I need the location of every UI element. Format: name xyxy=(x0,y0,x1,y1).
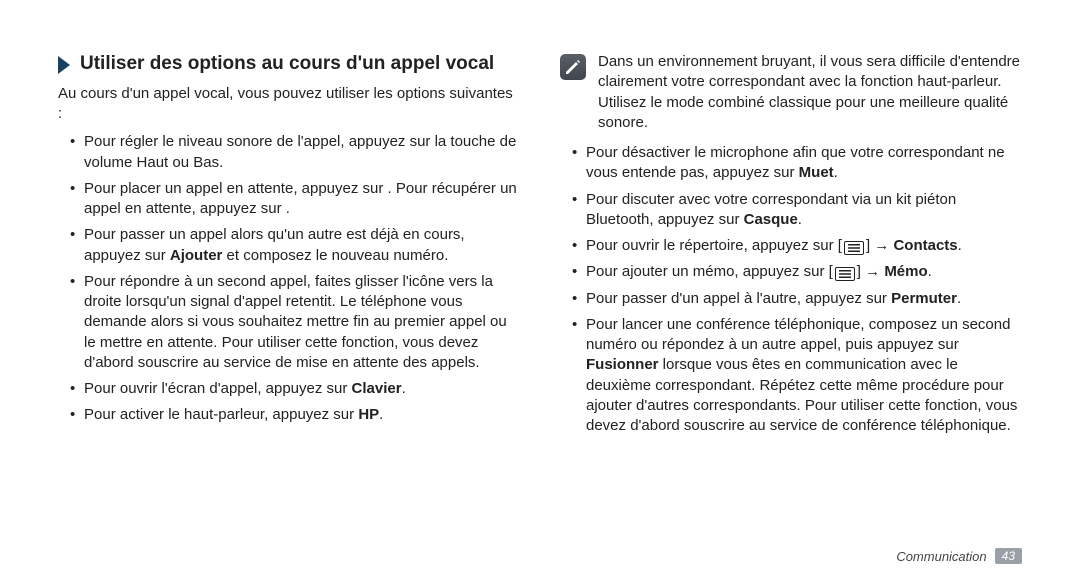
bold-label: Mémo xyxy=(884,263,927,280)
chevron-right-icon xyxy=(58,56,72,74)
list-item: Pour ouvrir l'écran d'appel, appuyez sur… xyxy=(84,379,520,399)
bold-label: Clavier xyxy=(352,380,402,397)
bold-label: Ajouter xyxy=(170,247,223,264)
left-column: Utiliser des options au cours d'un appel… xyxy=(58,52,520,568)
page-container: Utiliser des options au cours d'un appel… xyxy=(0,0,1080,586)
list-item: Pour passer un appel alors qu'un autre e… xyxy=(84,225,520,266)
note-text: Dans un environnement bruyant, il vous s… xyxy=(598,52,1022,133)
menu-key-icon xyxy=(835,267,855,281)
list-item: Pour activer le haut-parleur, appuyez su… xyxy=(84,405,520,425)
bold-label: Casque xyxy=(744,211,798,228)
menu-key-icon xyxy=(844,241,864,255)
right-column: Dans un environnement bruyant, il vous s… xyxy=(560,52,1022,568)
bold-label: Muet xyxy=(799,164,834,181)
list-item: Pour ajouter un mémo, appuyez sur [] → M… xyxy=(586,262,1022,282)
note-icon xyxy=(560,54,586,80)
list-item: Pour lancer une conférence téléphonique,… xyxy=(586,315,1022,437)
intro-text: Au cours d'un appel vocal, vous pouvez u… xyxy=(58,84,520,125)
page-footer: Communication 43 xyxy=(896,548,1022,564)
list-item: Pour placer un appel en attente, appuyez… xyxy=(84,179,520,220)
right-bullet-list: Pour désactiver le microphone afin que v… xyxy=(560,143,1022,436)
bold-label: Permuter xyxy=(891,290,957,307)
list-item: Pour répondre à un second appel, faites … xyxy=(84,272,520,373)
footer-page-number: 43 xyxy=(995,548,1022,564)
left-bullet-list: Pour régler le niveau sonore de l'appel,… xyxy=(58,132,520,425)
list-item: Pour régler le niveau sonore de l'appel,… xyxy=(84,132,520,173)
bold-label: Fusionner xyxy=(586,356,659,373)
footer-section: Communication xyxy=(896,549,986,564)
note-callout: Dans un environnement bruyant, il vous s… xyxy=(560,52,1022,133)
section-heading: Utiliser des options au cours d'un appel… xyxy=(58,52,520,76)
list-item: Pour désactiver le microphone afin que v… xyxy=(586,143,1022,184)
list-item: Pour passer d'un appel à l'autre, appuye… xyxy=(586,289,1022,309)
bold-label: HP xyxy=(358,406,379,423)
heading-text: Utiliser des options au cours d'un appel… xyxy=(80,52,494,76)
bold-label: Contacts xyxy=(893,237,957,254)
list-item: Pour ouvrir le répertoire, appuyez sur [… xyxy=(586,236,1022,256)
page-columns: Utiliser des options au cours d'un appel… xyxy=(0,0,1080,586)
list-item: Pour discuter avec votre correspondant v… xyxy=(586,190,1022,231)
